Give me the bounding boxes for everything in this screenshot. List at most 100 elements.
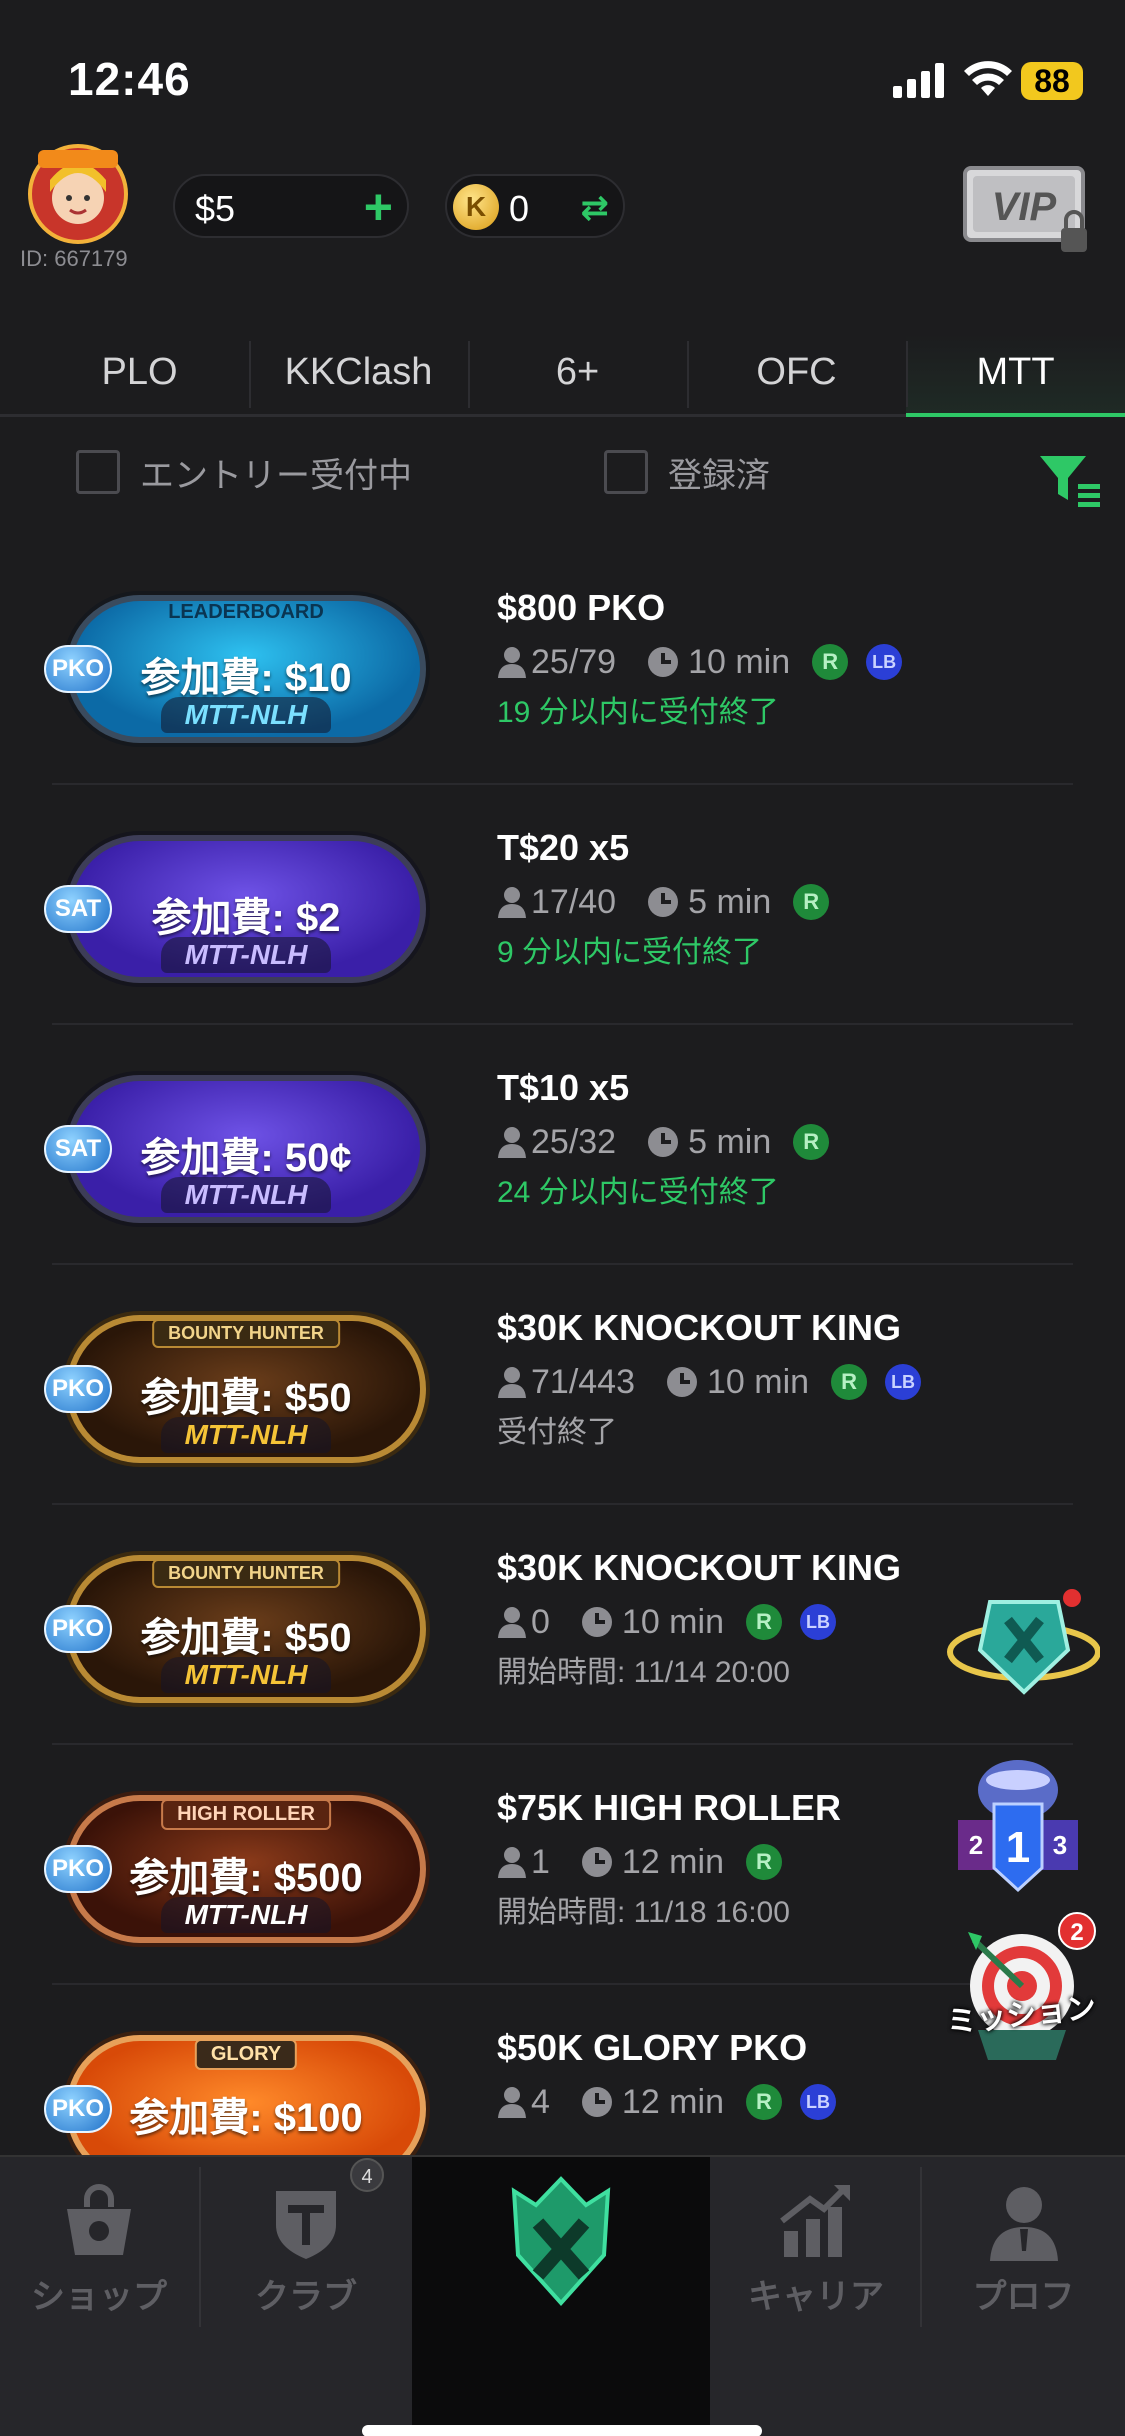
tournament-type-tag: PKO [44, 1605, 112, 1653]
game-tabs: PLO KKClash 6+ OFC MTT [30, 333, 1125, 417]
tab-mtt[interactable]: MTT [906, 333, 1125, 417]
tournament-row[interactable]: LEADERBOARD 参加費: $10 MTT-NLH PKO $800 PKO 25/… [0, 545, 1125, 785]
tab-edge [0, 333, 30, 417]
blind-duration: 12 min [621, 1842, 724, 1881]
entry-fee-pill: 参加費: 50¢ MTT-NLH [66, 1075, 426, 1223]
player-icon [498, 1367, 526, 1398]
entry-fee-badge[interactable]: HIGH ROLLER 参加費: $500 MTT-NLH PKO [44, 1783, 426, 1947]
entry-fee-badge[interactable]: BOUNTY HUNTER 参加費: $50 MTT-NLH PKO [44, 1303, 426, 1467]
clock-icon [648, 1127, 679, 1157]
entry-fee-pill: BOUNTY HUNTER 参加費: $50 MTT-NLH [66, 1555, 426, 1703]
tournament-title: $30K KNOCKOUT KING [497, 1307, 902, 1348]
clock-icon [648, 647, 679, 677]
svg-text:3: 3 [1053, 1830, 1067, 1860]
exchange-icon[interactable]: ⇄ [581, 188, 610, 228]
add-funds-icon[interactable]: + [364, 178, 393, 236]
player-count: 1 [531, 1842, 550, 1881]
badge-top-label: LEADERBOARD [168, 601, 324, 623]
leaderboard-ranking-icon[interactable]: 1 2 3 [948, 1750, 1088, 1900]
career-chart-icon [780, 2184, 850, 2257]
shop-bag-icon [67, 2184, 131, 2255]
tournament-type-tag: PKO [44, 1365, 112, 1413]
tab-ofc[interactable]: OFC [687, 333, 906, 417]
tournament-title: T$10 x5 [497, 1067, 630, 1108]
tournament-meta: 25/32 5 min R [497, 1117, 1097, 1167]
coin-icon: K [453, 184, 499, 230]
nav-home[interactable] [412, 2157, 710, 2436]
leaderboard-icon: LB [866, 644, 903, 680]
player-icon [498, 1607, 526, 1638]
svg-text:VIP: VIP [992, 185, 1057, 229]
svg-text:2: 2 [969, 1830, 983, 1860]
blind-duration: 10 min [688, 642, 791, 681]
tournament-row[interactable]: BOUNTY HUNTER 参加費: $50 MTT-NLH PKO $30K KNOC… [0, 1265, 1125, 1505]
kk-event-button[interactable] [940, 1580, 1100, 1710]
rebuy-icon: R [745, 1604, 782, 1640]
entry-fee-pill: 参加費: $2 MTT-NLH [66, 835, 426, 983]
kk-home-logo-icon [511, 2176, 611, 2306]
tab-plo[interactable]: PLO [30, 333, 249, 417]
tournament-info: T$20 x5 17/40 5 min R 9 分以内に受付終了 [497, 823, 1097, 975]
nav-profile[interactable]: プロフ [922, 2157, 1125, 2337]
entry-fee-badge[interactable]: 参加費: $2 MTT-NLH SAT [44, 823, 426, 987]
entry-open-checkbox[interactable] [76, 450, 120, 494]
entry-fee-badge[interactable]: 参加費: 50¢ MTT-NLH SAT [44, 1063, 426, 1227]
clock-icon [667, 1367, 697, 1397]
clock-icon [581, 1607, 612, 1637]
entry-fee-pill: LEADERBOARD 参加費: $10 MTT-NLH [66, 595, 426, 743]
entry-fee-badge[interactable]: LEADERBOARD 参加費: $10 MTT-NLH PKO [44, 583, 426, 747]
badge-top-label: GLORY [194, 2039, 298, 2070]
player-icon [498, 647, 526, 678]
entry-fee-badge[interactable]: BOUNTY HUNTER 参加費: $50 MTT-NLH PKO [44, 1543, 426, 1707]
entry-fee: 参加費: $10 [140, 656, 352, 700]
tournament-meta: 4 12 min R LB [497, 2077, 1097, 2127]
tournament-title: $800 PKO [497, 587, 666, 628]
player-icon [498, 1127, 526, 1158]
registered-checkbox[interactable] [604, 450, 648, 494]
badge-top-label: HIGH ROLLER [161, 1799, 331, 1830]
tournament-title: T$20 x5 [497, 827, 630, 868]
registration-status: 9 分以内に受付終了 [497, 936, 763, 969]
rebuy-icon: R [793, 1124, 830, 1160]
entry-fee-badge[interactable]: GLORY 参加費: $100 PKO [44, 2023, 426, 2155]
tournament-row[interactable]: 参加費: 50¢ MTT-NLH SAT T$10 x5 25/32 5 min R 24 分… [0, 1025, 1125, 1265]
wifi-icon [964, 61, 1012, 96]
avatar[interactable] [26, 140, 130, 244]
cash-balance[interactable]: $5 + [173, 174, 409, 238]
nav-shop-label: ショップ [31, 2278, 167, 2316]
registered-label: 登録済 [668, 457, 770, 495]
tournament-row[interactable]: 参加費: $2 MTT-NLH SAT T$20 x5 17/40 5 min R 9 分以内… [0, 785, 1125, 1025]
rebuy-icon: R [793, 884, 830, 920]
tournament-info: $30K KNOCKOUT KING 71/443 10 min R LB 受付終了 [497, 1303, 1097, 1455]
tournament-type-tag: PKO [44, 1845, 112, 1893]
player-count: 25/32 [531, 1122, 617, 1161]
club-shield-icon [276, 2191, 336, 2259]
leaderboard-icon: LB [885, 1364, 922, 1400]
clock-icon [581, 2087, 612, 2117]
status-time: 12:46 [68, 53, 191, 105]
blind-duration: 5 min [688, 882, 772, 921]
rebuy-icon: R [812, 644, 849, 680]
tournament-type-tag: PKO [44, 645, 112, 693]
player-count: 25/79 [531, 642, 617, 681]
entry-fee: 参加費: $2 [151, 896, 341, 940]
tournament-meta: 25/79 10 min R LB [497, 637, 1097, 687]
game-type: MTT-NLH [161, 1417, 331, 1453]
blind-duration: 12 min [621, 2082, 724, 2121]
filter-icon[interactable] [1038, 452, 1102, 508]
app-root: 12:46 88 ID: 667179 $5 + K 0 ⇄ VIP PLO K… [0, 0, 1125, 2436]
entry-fee: 参加費: $50 [140, 1616, 352, 1660]
nav-shop[interactable]: ショップ [0, 2157, 198, 2337]
nav-career[interactable]: キャリア [712, 2157, 920, 2337]
user-id: ID: 667179 [20, 246, 128, 271]
tab-kkclash[interactable]: KKClash [249, 333, 468, 417]
player-count: 4 [531, 2082, 550, 2121]
vip-button[interactable]: VIP [963, 162, 1093, 262]
coin-balance[interactable]: K 0 ⇄ [445, 174, 625, 238]
tab-6plus[interactable]: 6+ [468, 333, 687, 417]
entry-fee: 参加費: $100 [129, 2096, 363, 2140]
tournament-type-tag: SAT [44, 885, 112, 933]
registration-status: 受付終了 [497, 1416, 617, 1449]
filter-bar: エントリー受付中 登録済 [0, 430, 1125, 540]
entry-fee: 参加費: $50 [140, 1376, 352, 1420]
